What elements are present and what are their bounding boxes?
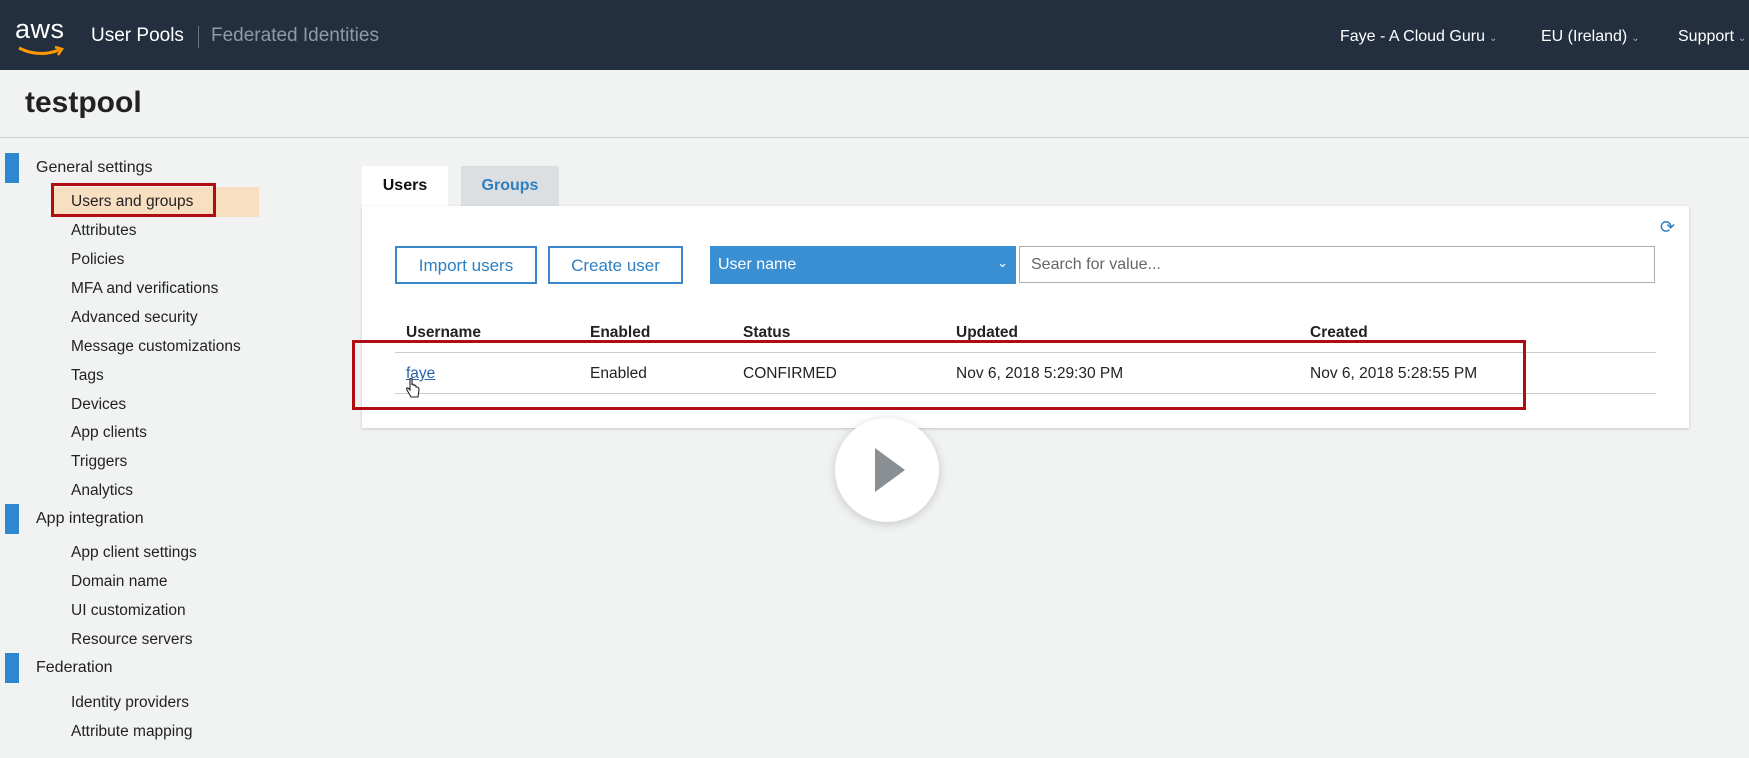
annotation-highlight-box: [352, 340, 1526, 410]
tab-users[interactable]: Users: [362, 166, 448, 206]
sidebar-item-ui-customization[interactable]: UI customization: [71, 602, 186, 620]
federated-identities-link[interactable]: Federated Identities: [211, 25, 379, 47]
search-input[interactable]: Search for value...: [1019, 246, 1655, 283]
title-divider: [0, 137, 1749, 138]
hand-cursor-icon: [406, 378, 420, 398]
sidebar-item-message-customizations[interactable]: Message customizations: [71, 338, 241, 356]
create-user-button[interactable]: Create user: [548, 246, 683, 284]
support-menu[interactable]: Support ⌄: [1678, 28, 1746, 46]
account-menu-label: Faye - A Cloud Guru: [1340, 28, 1485, 45]
sidebar-group-marker: [5, 153, 19, 183]
chevron-down-icon: ⌄: [1488, 33, 1498, 44]
sidebar-item-tags[interactable]: Tags: [71, 367, 104, 385]
chevron-down-icon: ⌄: [1738, 33, 1747, 44]
sidebar-group-federation[interactable]: Federation: [36, 659, 113, 677]
sidebar-group-marker: [5, 653, 19, 683]
sidebar-group-app-integration[interactable]: App integration: [36, 510, 144, 528]
annotation-highlight-box: [51, 183, 216, 217]
sidebar-item-analytics[interactable]: Analytics: [71, 482, 133, 500]
play-button[interactable]: [835, 418, 939, 522]
support-menu-label: Support: [1678, 28, 1735, 45]
sidebar-item-attribute-mapping[interactable]: Attribute mapping: [71, 723, 193, 741]
region-menu[interactable]: EU (Ireland) ⌄: [1541, 28, 1640, 46]
sidebar-item-attributes[interactable]: Attributes: [71, 222, 136, 240]
page-title: testpool: [25, 86, 142, 119]
sidebar-item-devices[interactable]: Devices: [71, 396, 126, 414]
sidebar-item-resource-servers[interactable]: Resource servers: [71, 631, 192, 649]
aws-logo[interactable]: aws: [15, 14, 71, 62]
chevron-down-icon: ⌄: [997, 255, 1008, 270]
user-pools-link[interactable]: User Pools: [91, 25, 184, 47]
chevron-down-icon: ⌄: [1631, 33, 1640, 44]
sidebar-item-domain-name[interactable]: Domain name: [71, 573, 168, 591]
sidebar-item-policies[interactable]: Policies: [71, 251, 124, 269]
sidebar-item-mfa-and-verifications[interactable]: MFA and verifications: [71, 280, 218, 298]
sidebar-item-app-clients[interactable]: App clients: [71, 424, 147, 442]
tab-groups[interactable]: Groups: [461, 166, 559, 206]
sidebar-item-app-client-settings[interactable]: App client settings: [71, 544, 197, 562]
region-menu-label: EU (Ireland): [1541, 28, 1628, 45]
sidebar-item-advanced-security[interactable]: Advanced security: [71, 309, 198, 327]
aws-logo-text: aws: [15, 14, 65, 44]
sidebar-group-marker: [5, 504, 19, 534]
top-navigation-bar: aws User Pools Federated Identities Faye…: [0, 0, 1749, 70]
play-icon: [875, 448, 905, 492]
sidebar-group-general-settings[interactable]: General settings: [36, 159, 153, 177]
sidebar-item-triggers[interactable]: Triggers: [71, 453, 127, 471]
account-menu[interactable]: Faye - A Cloud Guru ⌄: [1340, 28, 1497, 46]
attribute-filter-select[interactable]: User name ⌄: [710, 246, 1016, 284]
sidebar-item-identity-providers[interactable]: Identity providers: [71, 694, 189, 712]
import-users-button[interactable]: Import users: [395, 246, 537, 284]
refresh-icon[interactable]: ⟳: [1660, 217, 1675, 238]
aws-smile-icon: [18, 45, 64, 56]
attribute-filter-value: User name: [718, 256, 797, 273]
nav-divider: [198, 26, 199, 48]
